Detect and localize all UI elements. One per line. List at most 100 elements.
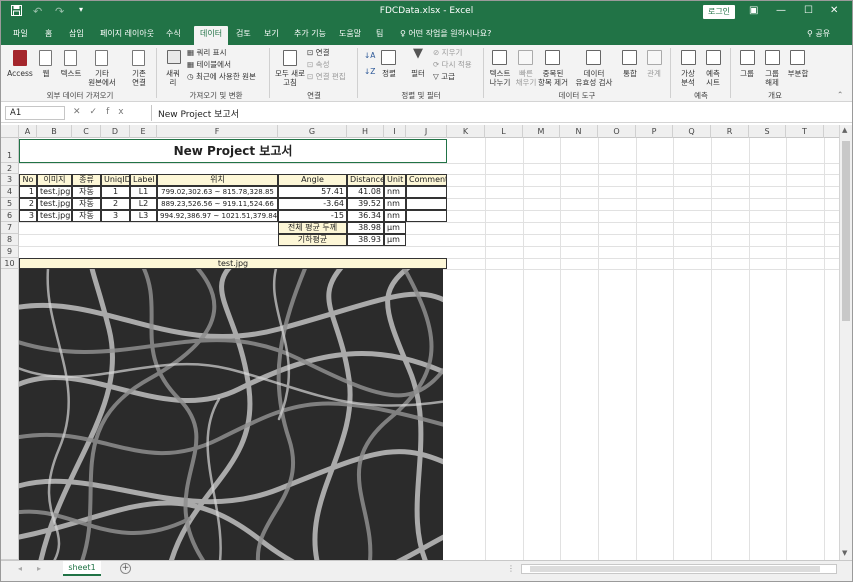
data-cell[interactable]: nm	[384, 198, 406, 210]
row-header[interactable]: 10	[1, 258, 19, 269]
row-header[interactable]: 2	[1, 163, 19, 174]
column-header[interactable]: D	[101, 125, 130, 138]
add-sheet-icon[interactable]: +	[120, 563, 131, 574]
sem-fiber-image[interactable]	[19, 269, 443, 560]
row-header[interactable]: 4	[1, 186, 19, 198]
data-cell[interactable]: 889.23,526.56 ~ 919.11,524.66	[157, 198, 278, 210]
header-cell[interactable]: 이미지	[37, 174, 72, 186]
summary-value-cell[interactable]: 38.98	[347, 222, 384, 234]
column-header[interactable]: R	[711, 125, 749, 138]
recent-sources-button[interactable]: ◷ 최근에 사용한 원본	[187, 72, 256, 81]
tab-home[interactable]: 홈	[45, 28, 52, 39]
column-header[interactable]: N	[560, 125, 598, 138]
tab-file[interactable]: 파일	[13, 28, 28, 39]
header-cell[interactable]: Unit	[384, 174, 406, 186]
column-header[interactable]: C	[72, 125, 101, 138]
row-header[interactable]: 5	[1, 198, 19, 210]
summary-label-cell[interactable]: 전체 평균 두께	[278, 222, 347, 234]
text-to-columns-button[interactable]: 텍스트 나누기	[486, 69, 514, 87]
summary-unit-cell[interactable]: µm	[384, 222, 406, 234]
sort-za-icon[interactable]: ↓Z	[364, 67, 375, 76]
tab-data[interactable]: 데이터	[194, 26, 229, 45]
ungroup-button[interactable]: 그룹 해제	[761, 69, 783, 87]
remove-duplicates-button[interactable]: 중복된 항목 제거	[537, 69, 569, 87]
tab-team[interactable]: 팀	[376, 28, 383, 39]
data-cell[interactable]: nm	[384, 186, 406, 198]
column-header[interactable]: L	[485, 125, 523, 138]
header-cell[interactable]: Angle	[278, 174, 347, 186]
data-cell[interactable]: L2	[130, 198, 157, 210]
column-header[interactable]: I	[384, 125, 406, 138]
data-cell[interactable]: 39.52	[347, 198, 384, 210]
clear-button[interactable]: ⊘ 지우기	[433, 48, 462, 57]
sheet-tab[interactable]: sheet1	[63, 561, 101, 576]
data-validation-button[interactable]: 데이터 유효성 검사	[571, 69, 617, 87]
tab-help[interactable]: 도움말	[339, 28, 361, 39]
data-cell[interactable]: L1	[130, 186, 157, 198]
vertical-scroll-thumb[interactable]	[842, 141, 850, 321]
header-cell[interactable]: No	[19, 174, 37, 186]
access-button[interactable]: Access	[6, 69, 34, 78]
column-header[interactable]: F	[157, 125, 278, 138]
tab-review[interactable]: 검토	[236, 28, 251, 39]
data-cell[interactable]: 자동	[72, 198, 101, 210]
collapse-ribbon-icon[interactable]: ⌃	[837, 90, 843, 99]
text-button[interactable]: 텍스트	[58, 69, 84, 78]
column-header[interactable]: Q	[673, 125, 711, 138]
row-header[interactable]: 9	[1, 246, 19, 258]
column-header[interactable]: O	[598, 125, 636, 138]
show-queries-button[interactable]: ▦ 쿼리 표시	[187, 48, 226, 57]
web-button[interactable]: 웹	[36, 69, 56, 78]
data-cell[interactable]	[406, 198, 447, 210]
tab-page-layout[interactable]: 페이지 레이아웃	[100, 28, 154, 39]
formula-input[interactable]: New Project 보고서	[151, 105, 841, 121]
data-cell[interactable]: -3.64	[278, 198, 347, 210]
fx-icon[interactable]: fx	[106, 107, 133, 117]
row-header[interactable]: 7	[1, 222, 19, 234]
other-sources-button[interactable]: 기타 원본에서	[86, 69, 118, 87]
edit-links-button[interactable]: ⊡ 연결 편집	[307, 72, 346, 81]
column-header[interactable]: B	[37, 125, 72, 138]
login-button[interactable]: 로그인	[703, 5, 735, 19]
forecast-sheet-button[interactable]: 예측 시트	[702, 69, 724, 87]
column-header[interactable]: E	[130, 125, 157, 138]
data-cell[interactable]: 3	[101, 210, 130, 222]
data-cell[interactable]: 799.02,302.63 ~ 815.78,328.85	[157, 186, 278, 198]
data-cell[interactable]: 2	[19, 198, 37, 210]
column-header[interactable]: H	[347, 125, 384, 138]
data-cell[interactable]	[406, 186, 447, 198]
data-cell[interactable]: 2	[101, 198, 130, 210]
from-table-button[interactable]: ▦ 테이블에서	[187, 60, 231, 69]
properties-button[interactable]: ⊡ 속성	[307, 60, 329, 69]
horizontal-scrollbar[interactable]	[521, 564, 837, 574]
row-header[interactable]: 8	[1, 234, 19, 246]
existing-connections-button[interactable]: 기존 연결	[127, 69, 151, 87]
tab-insert[interactable]: 삽입	[69, 28, 84, 39]
tab-split-icon[interactable]: ⋮	[507, 564, 515, 573]
ribbon-display-icon[interactable]: ▣	[749, 5, 758, 16]
worksheet-grid[interactable]: A B C D E F G H I J K L M N O P Q R S T	[1, 125, 839, 560]
header-cell[interactable]: Comment	[406, 174, 447, 186]
row-header[interactable]: 1	[1, 138, 19, 163]
flash-fill-button[interactable]: 빠른 채우기	[513, 69, 539, 87]
data-cell[interactable]: 36.34	[347, 210, 384, 222]
select-all-corner[interactable]	[1, 125, 19, 138]
vertical-scrollbar[interactable]: ▲ ▼	[839, 125, 852, 560]
new-query-button[interactable]: 새쿼 리	[161, 69, 185, 87]
header-cell[interactable]: UniqID	[101, 174, 130, 186]
filter-button[interactable]: 필터	[406, 69, 430, 78]
data-cell[interactable]: 1	[101, 186, 130, 198]
column-header[interactable]: P	[636, 125, 673, 138]
column-header[interactable]: M	[523, 125, 560, 138]
row-header[interactable]: 6	[1, 210, 19, 222]
cancel-icon[interactable]: ✕	[73, 107, 90, 117]
group-button[interactable]: 그룹	[737, 69, 757, 78]
minimize-icon[interactable]: —	[776, 5, 786, 16]
sort-button[interactable]: 정렬	[378, 69, 400, 78]
data-cell[interactable]: test.jpg	[37, 186, 72, 198]
header-cell[interactable]: 위치	[157, 174, 278, 186]
data-cell[interactable]: 1	[19, 186, 37, 198]
maximize-icon[interactable]: ☐	[804, 5, 813, 16]
name-box[interactable]: A1	[5, 106, 65, 120]
data-cell[interactable]: nm	[384, 210, 406, 222]
